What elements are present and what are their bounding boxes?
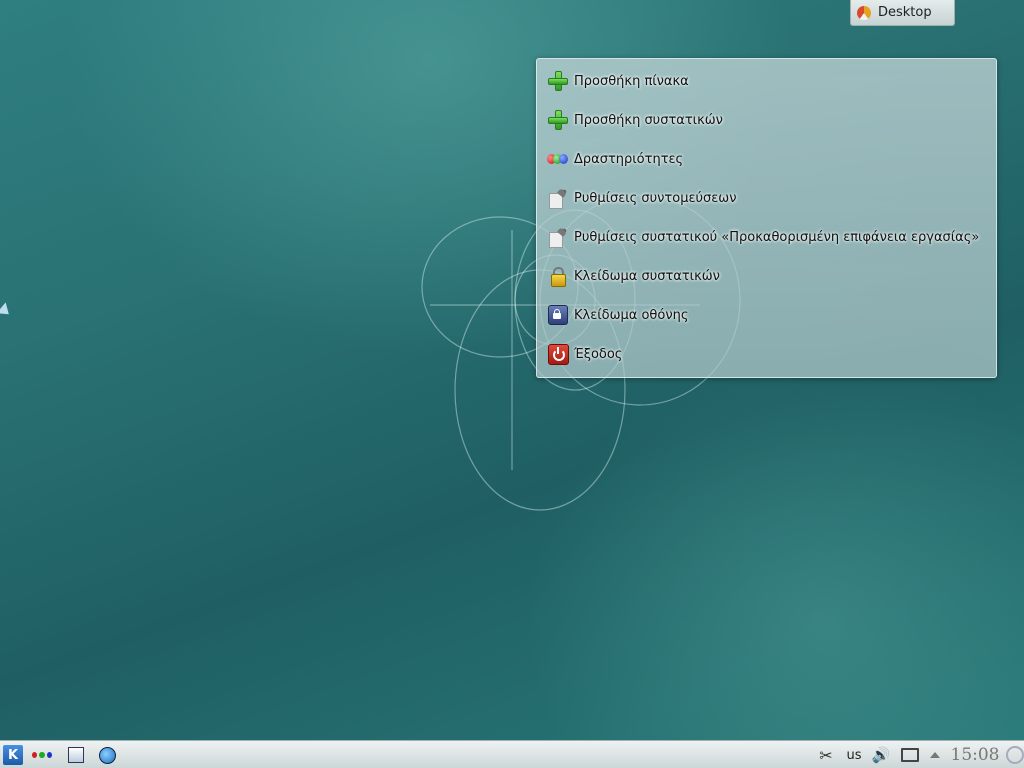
menu-item-logout[interactable]: Έξοδος [547, 339, 622, 369]
keyboard-layout-label: us [846, 747, 862, 763]
settings-tool-icon [547, 187, 569, 209]
activities-button[interactable] [31, 745, 53, 765]
lock-icon [547, 265, 569, 287]
digital-clock[interactable]: 15:08 [948, 745, 1002, 765]
speaker-icon: 🔊 [871, 746, 891, 764]
menu-item-default-desktop-settings[interactable]: Ρυθμίσεις συστατικού «Προκαθορισμένη επι… [547, 222, 979, 252]
keyboard-layout-indicator[interactable]: us [843, 745, 865, 765]
menu-item-shortcut-settings[interactable]: Ρυθμίσεις συντομεύσεων [547, 183, 736, 213]
chevron-up-icon [930, 752, 940, 758]
menu-item-label: Κλείδωμα συστατικών [574, 268, 720, 284]
screen-lock-icon [547, 304, 569, 326]
mouse-cursor [0, 302, 14, 320]
desktop-toolbox-tab[interactable]: Desktop [850, 0, 955, 26]
menu-item-label: Έξοδος [574, 346, 623, 362]
activities-icon [547, 148, 569, 170]
application-launcher-button[interactable]: K [3, 745, 23, 765]
add-icon [547, 109, 569, 131]
desktop-tab-label: Desktop [878, 5, 932, 20]
bottom-panel: K ✂ us 🔊 15:08 [0, 740, 1024, 768]
power-icon [547, 343, 569, 365]
pager-icon [68, 747, 84, 763]
clipboard-button[interactable]: ✂ [816, 745, 836, 765]
add-icon [547, 70, 569, 92]
pager-button[interactable] [68, 745, 84, 765]
panel-toolbox-button[interactable] [1006, 745, 1024, 765]
menu-item-activities[interactable]: Δραστηριότητες [547, 144, 683, 174]
menu-item-label: Ρυθμίσεις συστατικού «Προκαθορισμένη επι… [574, 229, 980, 245]
volume-button[interactable]: 🔊 [870, 745, 892, 765]
menu-item-add-panel[interactable]: Προσθήκη πίνακα [547, 66, 689, 96]
menu-item-lock-screen[interactable]: Κλείδωμα οθόνης [547, 300, 688, 330]
menu-item-add-widgets[interactable]: Προσθήκη συστατικών [547, 105, 723, 135]
menu-item-label: Προσθήκη συστατικών [574, 112, 723, 128]
desktop-context-menu: Προσθήκη πίνακα Προσθήκη συστατικών Δρασ… [536, 58, 997, 378]
panel-toolbox-icon [1006, 746, 1024, 764]
scissors-icon: ✂ [819, 745, 833, 765]
menu-item-label: Ρυθμίσεις συντομεύσεων [574, 190, 737, 206]
web-browser-button[interactable] [98, 745, 116, 765]
clock-time: 15:08 [950, 745, 1000, 765]
kde-menu-icon: K [3, 745, 23, 765]
system-tray-expand-button[interactable] [928, 745, 942, 765]
desktop-icon [857, 5, 871, 20]
settings-tool-icon [547, 226, 569, 248]
menu-item-lock-widgets[interactable]: Κλείδωμα συστατικών [547, 261, 720, 291]
globe-icon [98, 746, 116, 764]
menu-item-label: Δραστηριότητες [574, 151, 684, 167]
network-icon [901, 748, 919, 762]
menu-item-label: Προσθήκη πίνακα [574, 73, 689, 89]
menu-item-label: Κλείδωμα οθόνης [574, 307, 689, 323]
network-button[interactable] [900, 745, 920, 765]
